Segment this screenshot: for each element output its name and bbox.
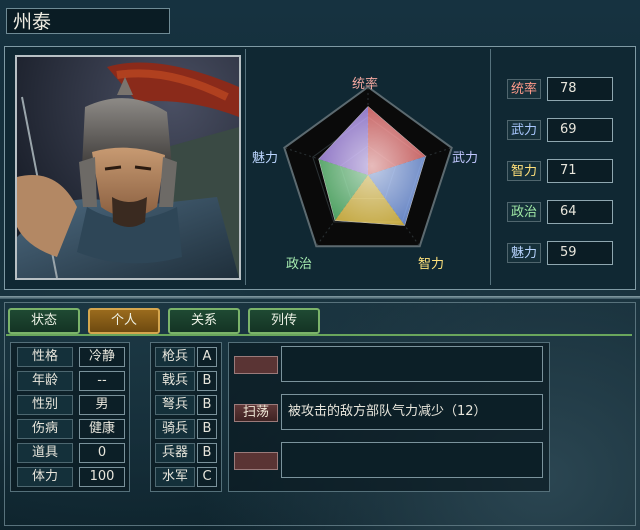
personal-value: -- [79,371,125,391]
skill-slot-3[interactable] [234,452,278,470]
stat-value: 69 [547,118,613,142]
stat-label: 智力 [507,161,541,181]
radar-label-zhengzhi: 政治 [286,257,313,272]
aptitude-label: 骑兵 [155,419,195,439]
aptitude-grade: B [197,419,217,439]
unit-aptitude-group: 枪兵 A 戟兵 B 弩兵 B 骑兵 B 兵器 B 水军 C [150,342,222,492]
portrait-image [17,57,239,278]
stat-label: 武力 [507,120,541,140]
stat-label: 魅力 [507,243,541,263]
aptitude-label: 戟兵 [155,371,195,391]
aptitude-grade: B [197,443,217,463]
tab-biography[interactable]: 列传 [248,308,320,334]
officer-overview-panel: 统率 武力 智力 政治 魅力 统率 78 武力 69 智力 71 政治 64 魅… [4,46,636,290]
ability-radar-chart: 统率 武力 智力 政治 魅力 [245,49,491,285]
stat-value: 59 [547,241,613,265]
personal-value: 100 [79,467,125,487]
aptitude-label: 枪兵 [155,347,195,367]
aptitude-grade: C [197,467,217,487]
stat-label: 统率 [507,79,541,99]
personal-label: 伤病 [17,419,73,439]
tab-status[interactable]: 状态 [8,308,80,334]
personal-label: 性格 [17,347,73,367]
tab-personal[interactable]: 个人 [88,308,160,334]
personal-info-group: 性格 冷静 年龄 -- 性别 男 伤病 健康 道具 0 体力 100 [10,342,130,492]
personal-label: 年龄 [17,371,73,391]
skill-description-3 [281,442,543,478]
stat-value: 78 [547,77,613,101]
skill-description-1 [281,346,543,382]
personal-value: 男 [79,395,125,415]
skill-slot-1[interactable] [234,356,278,374]
aptitude-grade: B [197,395,217,415]
officer-portrait [15,55,241,280]
skill-slot-2[interactable]: 扫荡 [234,404,278,422]
tab-relations[interactable]: 关系 [168,308,240,334]
tab-underline [6,334,632,336]
radar-label-meili: 魅力 [252,151,279,166]
officer-name: 州泰 [6,8,170,34]
stat-value: 71 [547,159,613,183]
skill-description-2: 被攻击的敌方部队气力减少（12） [281,394,543,430]
radar-label-wuli: 武力 [452,151,479,166]
stat-label: 政治 [507,202,541,222]
aptitude-grade: A [197,347,217,367]
personal-value: 0 [79,443,125,463]
personal-label: 性别 [17,395,73,415]
stat-value: 64 [547,200,613,224]
personal-value: 冷静 [79,347,125,367]
personal-value: 健康 [79,419,125,439]
aptitude-grade: B [197,371,217,391]
section-divider [0,296,640,299]
aptitude-label: 弩兵 [155,395,195,415]
radar-label-zhili: 智力 [418,257,445,272]
personal-label: 道具 [17,443,73,463]
aptitude-label: 兵器 [155,443,195,463]
personal-label: 体力 [17,467,73,487]
aptitude-label: 水军 [155,467,195,487]
radar-label-tongshuai: 统率 [352,77,379,92]
